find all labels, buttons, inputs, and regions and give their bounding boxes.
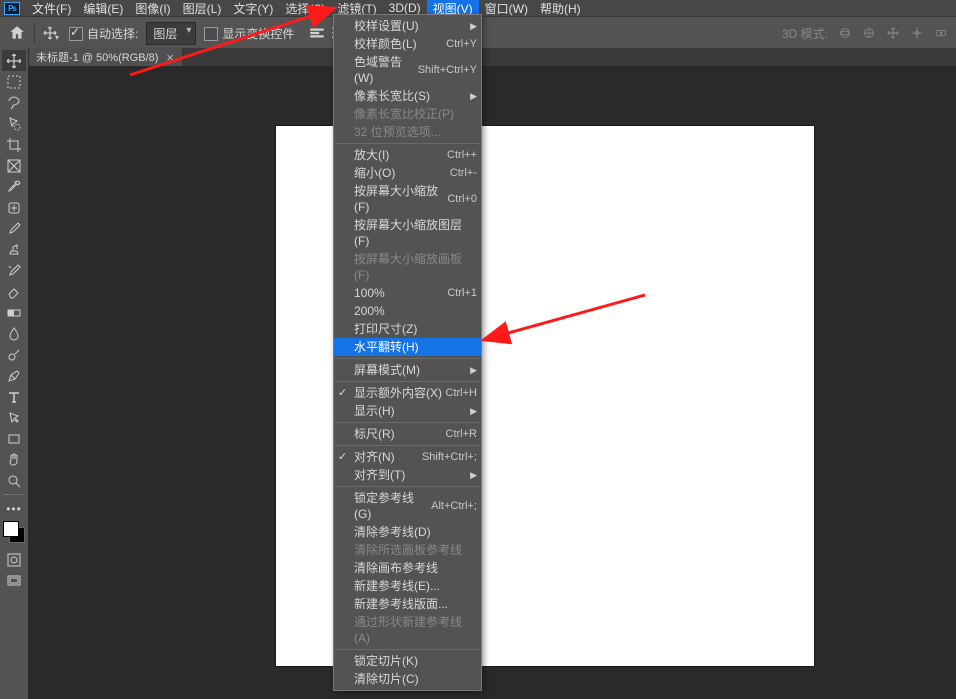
gradient-tool[interactable] <box>2 302 26 323</box>
clone-stamp-tool[interactable] <box>2 239 26 260</box>
show-transform-label: 显示变换控件 <box>222 27 294 41</box>
healing-brush-tool[interactable] <box>2 197 26 218</box>
crop-tool[interactable] <box>2 134 26 155</box>
menu-separator <box>335 486 480 487</box>
menu-rulers[interactable]: 标尺(R)Ctrl+R <box>334 425 481 443</box>
menu-proof-setup[interactable]: 校样设置(U)▶ <box>334 17 481 35</box>
toolbox-separator <box>4 494 24 495</box>
rectangle-tool[interactable] <box>2 428 26 449</box>
menu-help[interactable]: 帮助(H) <box>534 0 587 17</box>
menu-separator <box>335 381 480 382</box>
menu-edit[interactable]: 编辑(E) <box>77 0 129 17</box>
quick-select-tool[interactable] <box>2 113 26 134</box>
menu-file[interactable]: 文件(F) <box>26 0 77 17</box>
menu-select[interactable]: 选择(S) <box>279 0 331 17</box>
zoom-tool[interactable] <box>2 470 26 491</box>
menu-clear-guides[interactable]: 清除参考线(D) <box>334 523 481 541</box>
menu-layer[interactable]: 图层(L) <box>177 0 228 17</box>
pen-tool[interactable] <box>2 365 26 386</box>
type-tool[interactable] <box>2 386 26 407</box>
menu-lock-guides[interactable]: 锁定参考线(G)Alt+Ctrl+; <box>334 489 481 523</box>
separator <box>34 23 35 43</box>
close-tab-icon[interactable]: × <box>166 50 174 65</box>
menu-clear-artboard-guides: 清除所选画板参考线 <box>334 541 481 559</box>
menu-zoom-in[interactable]: 放大(I)Ctrl++ <box>334 146 481 164</box>
orbit-3d-icon[interactable] <box>838 26 852 40</box>
menu-pixel-aspect-correction: 像素长宽比校正(P) <box>334 105 481 123</box>
document-title: 未标题-1 @ 50%(RGB/8) <box>36 49 158 65</box>
screen-mode-icon[interactable] <box>2 570 26 591</box>
align-layers-icon[interactable] <box>308 24 326 42</box>
marquee-tool[interactable] <box>2 71 26 92</box>
view-menu-dropdown: 校样设置(U)▶ 校样颜色(L)Ctrl+Y 色域警告(W)Shift+Ctrl… <box>333 14 482 691</box>
menu-clear-canvas-guides[interactable]: 清除画布参考线 <box>334 559 481 577</box>
menu-separator <box>335 422 480 423</box>
frame-tool[interactable] <box>2 155 26 176</box>
move-tool-indicator-icon: ▾ <box>43 24 61 42</box>
app-logo: Ps <box>4 2 20 15</box>
auto-select-checkbox[interactable] <box>69 27 83 41</box>
hand-tool[interactable] <box>2 449 26 470</box>
menu-new-guide-from-shape: 通过形状新建参考线(A) <box>334 613 481 647</box>
blur-tool[interactable] <box>2 323 26 344</box>
scale-3d-icon[interactable] <box>934 26 948 40</box>
roll-3d-icon[interactable] <box>862 26 876 40</box>
menu-pixel-aspect[interactable]: 像素长宽比(S)▶ <box>334 87 481 105</box>
document-tabbar: 未标题-1 @ 50%(RGB/8) × <box>28 48 956 67</box>
menu-lock-slices[interactable]: 锁定切片(K) <box>334 652 481 670</box>
home-icon[interactable] <box>8 24 26 42</box>
toolbox: ••• <box>0 48 29 699</box>
eraser-tool[interactable] <box>2 281 26 302</box>
menu-separator <box>335 649 480 650</box>
brush-tool[interactable] <box>2 218 26 239</box>
menu-show-extras[interactable]: ✓显示额外内容(X)Ctrl+H <box>334 384 481 402</box>
color-swatch[interactable] <box>3 521 25 543</box>
canvas-area[interactable] <box>28 66 956 699</box>
menu-32bit-preview: 32 位预览选项... <box>334 123 481 141</box>
menu-print-size[interactable]: 打印尺寸(Z) <box>334 320 481 338</box>
menu-3d[interactable]: 3D(D) <box>383 1 427 15</box>
layer-select-dropdown[interactable]: 图层 <box>146 22 196 45</box>
menu-zoom-out[interactable]: 缩小(O)Ctrl+- <box>334 164 481 182</box>
document-tab[interactable]: 未标题-1 @ 50%(RGB/8) × <box>28 48 183 66</box>
menu-gamut-warning[interactable]: 色域警告(W)Shift+Ctrl+Y <box>334 53 481 87</box>
menu-fit-layer[interactable]: 按屏幕大小缩放图层(F) <box>334 216 481 250</box>
menu-100pct[interactable]: 100%Ctrl+1 <box>334 284 481 302</box>
path-select-tool[interactable] <box>2 407 26 428</box>
menu-clear-slices[interactable]: 清除切片(C) <box>334 670 481 688</box>
show-transform-checkbox[interactable] <box>204 27 218 41</box>
auto-select-label: 自动选择: <box>87 27 138 41</box>
menu-separator <box>335 143 480 144</box>
menu-fit-screen[interactable]: 按屏幕大小缩放(F)Ctrl+0 <box>334 182 481 216</box>
eyedropper-tool[interactable] <box>2 176 26 197</box>
menu-screen-mode[interactable]: 屏幕模式(M)▶ <box>334 361 481 379</box>
menu-image[interactable]: 图像(I) <box>129 0 176 17</box>
slide-3d-icon[interactable] <box>910 26 924 40</box>
menu-new-guide[interactable]: 新建参考线(E)... <box>334 577 481 595</box>
menu-show[interactable]: 显示(H)▶ <box>334 402 481 420</box>
menu-window[interactable]: 窗口(W) <box>479 0 534 17</box>
dodge-tool[interactable] <box>2 344 26 365</box>
menu-new-guide-layout[interactable]: 新建参考线版面... <box>334 595 481 613</box>
mode3d-label: 3D 模式: <box>782 25 828 42</box>
lasso-tool[interactable] <box>2 92 26 113</box>
foreground-color[interactable] <box>3 521 19 537</box>
menu-separator <box>335 445 480 446</box>
history-brush-tool[interactable] <box>2 260 26 281</box>
quick-mask-icon[interactable] <box>2 549 26 570</box>
pan-3d-icon[interactable] <box>886 26 900 40</box>
menu-snap-to[interactable]: 对齐到(T)▶ <box>334 466 481 484</box>
edit-toolbar-icon[interactable]: ••• <box>2 498 26 519</box>
menu-200pct[interactable]: 200% <box>334 302 481 320</box>
menu-flip-horizontal[interactable]: 水平翻转(H) <box>334 338 481 356</box>
menu-proof-colors[interactable]: 校样颜色(L)Ctrl+Y <box>334 35 481 53</box>
menu-separator <box>335 358 480 359</box>
move-tool[interactable] <box>2 50 26 71</box>
menu-type[interactable]: 文字(Y) <box>227 0 279 17</box>
menu-fit-artboard: 按屏幕大小缩放画板(F) <box>334 250 481 284</box>
menu-snap[interactable]: ✓对齐(N)Shift+Ctrl+; <box>334 448 481 466</box>
